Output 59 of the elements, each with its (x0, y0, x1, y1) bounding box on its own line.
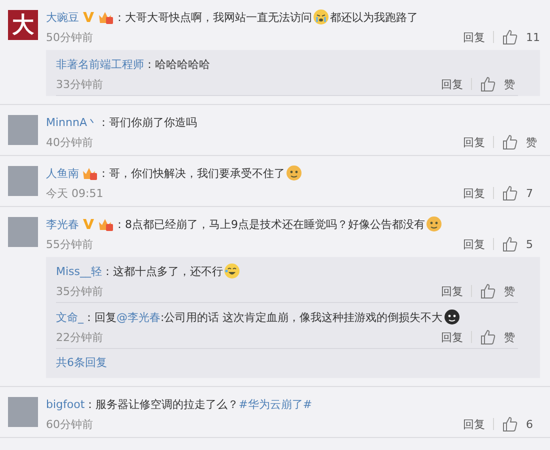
reply-link[interactable]: 回复 (463, 236, 485, 252)
like-count: 赞 (504, 284, 516, 298)
timestamp: 50分钟前 (46, 30, 93, 44)
like-count: 6 (526, 418, 534, 430)
comment-text: 都还以为我跑路了 (330, 10, 418, 24)
like-count: 5 (526, 238, 534, 250)
link[interactable]: @李光春 (116, 310, 160, 324)
timestamp: 40分钟前 (46, 134, 93, 150)
like-count: 赞 (526, 134, 538, 150)
like-count: 赞 (504, 330, 516, 344)
reply-link[interactable]: 回复 (441, 284, 463, 298)
link[interactable]: #华为云崩了# (238, 396, 312, 412)
dark-smiley-icon (444, 309, 460, 325)
thumbs-up-icon[interactable] (502, 29, 518, 45)
user-name[interactable]: 李光春 (46, 216, 79, 232)
reply-link[interactable]: 回复 (441, 330, 463, 344)
timestamp: 今天 09:51 (46, 186, 104, 200)
user-name[interactable]: 人鱼南 (46, 166, 79, 180)
timestamp: 35分钟前 (56, 284, 103, 298)
thumbs-up-icon[interactable] (502, 134, 518, 150)
user-name[interactable]: Miss__轻 (56, 264, 102, 278)
user-name[interactable]: 非著名前端工程师 (56, 56, 144, 72)
user-name[interactable]: bigfoot (46, 398, 85, 410)
comment-text: ：服务器让修空调的拉走了么？ (84, 396, 239, 412)
comment-text: ：大哥大哥快点啊，我网站一直无法访问 (114, 10, 312, 24)
thumbs-up-icon[interactable] (480, 283, 496, 299)
thumbs-up-icon[interactable] (502, 416, 518, 432)
reply-text: ：哈哈哈哈哈 (144, 56, 210, 72)
user-name[interactable]: 大豌豆 (46, 10, 79, 24)
reply-link[interactable]: 回复 (463, 186, 485, 200)
thumbs-up-icon[interactable] (480, 329, 496, 345)
user-name[interactable]: 文命_ (56, 310, 84, 324)
timestamp: 33分钟前 (56, 76, 103, 92)
more-replies-link[interactable]: 共6条回复 (56, 356, 107, 369)
comment-text: ：哥们你崩了你造吗 (98, 114, 197, 130)
timestamp: 55分钟前 (46, 236, 93, 252)
logo-avatar[interactable]: 大 (8, 10, 38, 40)
reply-link[interactable]: 回复 (463, 416, 485, 432)
timestamp: 60分钟前 (46, 416, 93, 432)
like-count: 7 (526, 186, 534, 200)
user-name[interactable]: MinnnA丶 (46, 114, 98, 130)
reply-link[interactable]: 回复 (441, 76, 463, 92)
smiley-icon (426, 216, 442, 232)
like-count: 赞 (504, 76, 516, 92)
comment-text: ：8点都已经崩了，马上9点是技术还在睡觉吗？好像公告都没有 (114, 216, 425, 232)
laughing-face-icon (224, 263, 240, 279)
comment-text: ：哥，你们快解决，我们要承受不住了 (98, 166, 285, 180)
smiley-icon (286, 165, 302, 181)
thumbs-up-icon[interactable] (502, 185, 518, 201)
timestamp: 22分钟前 (56, 330, 103, 344)
thumbs-up-icon[interactable] (502, 236, 518, 252)
reply-link[interactable]: 回复 (463, 134, 485, 150)
reply-text: ：这都十点多了，还不行 (102, 264, 224, 278)
like-count: 11 (526, 30, 540, 44)
reply-text: :公司用的话 这次肯定血崩，像我这种挂游戏的倒损失不大 (160, 310, 443, 324)
crying-face-icon (313, 9, 329, 25)
reply-link[interactable]: 回复 (463, 30, 485, 44)
reply-text: ：回复 (84, 310, 116, 324)
thumbs-up-icon[interactable] (480, 76, 496, 92)
